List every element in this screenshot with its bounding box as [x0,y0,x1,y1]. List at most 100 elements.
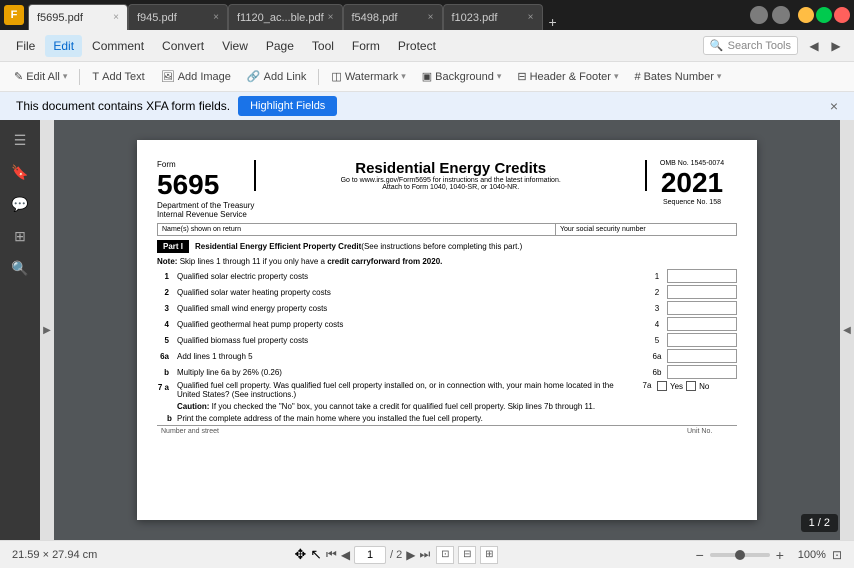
tab-f1023[interactable]: f1023.pdf × [443,4,543,30]
unit-label: Unit No. [687,428,737,435]
menu-convert[interactable]: Convert [154,35,212,57]
edit-all-label: Edit All [26,71,60,83]
fit-page-button[interactable]: ⊡ [832,548,842,562]
xfa-close-button[interactable]: × [830,98,838,114]
row-4: 4 Qualified geothermal heat pump propert… [157,317,737,331]
tab-f5498[interactable]: f5498.pdf × [343,4,443,30]
pdf-viewer[interactable]: Form 5695 Department of the Treasury Int… [54,120,840,540]
app-icon: F [4,5,24,25]
panel-toggle-left[interactable]: ▶ [40,120,54,540]
tab-close-f5498[interactable]: × [428,12,434,23]
edit-all-dropdown[interactable]: ▾ [63,71,68,82]
tab-label: f1120_ac...ble.pdf [237,12,324,24]
current-page-input[interactable] [354,546,386,564]
tab-f1120[interactable]: f1120_ac...ble.pdf × [228,4,343,30]
close-button[interactable] [834,7,850,23]
xfa-message: This document contains XFA form fields. [16,99,230,113]
nav-buttons: ◀ ▶ [804,36,846,56]
new-tab-button[interactable]: + [543,14,563,30]
watermark-tool[interactable]: ◫ Watermark ▾ [325,67,411,86]
search-tools[interactable]: 🔍 Search Tools [703,36,798,55]
tab-close-f1120[interactable]: × [328,12,334,23]
row-1: 1 Qualified solar electric property cost… [157,269,737,283]
caution-text: If you checked the "No" box, you cannot … [212,402,595,411]
watermark-dropdown[interactable]: ▾ [401,71,406,82]
add-text-tool[interactable]: T Add Text [86,68,150,86]
row-label-4: Qualified geothermal heat pump property … [173,320,647,329]
last-page-button[interactable]: ⏭ [420,547,431,562]
tab-close-f5695[interactable]: × [113,12,119,23]
link-icon: 🔗 [247,70,261,83]
sidebar-bookmark-icon[interactable]: 🔖 [8,160,32,184]
sidebar-page-icon[interactable]: ⊞ [8,224,32,248]
panel-toggle-right[interactable]: ◀ [840,120,854,540]
prev-page-button[interactable]: ◀ [341,548,350,562]
sidebar-annotation-icon[interactable]: 💬 [8,192,32,216]
tab-f5695[interactable]: f5695.pdf × [28,4,128,30]
row-3: 3 Qualified small wind energy property c… [157,301,737,315]
menu-tool[interactable]: Tool [304,35,342,57]
continuous-view[interactable]: ⊟ [458,546,476,564]
bates-dropdown[interactable]: ▾ [717,71,722,82]
highlight-fields-button[interactable]: Highlight Fields [238,96,337,116]
background-tool[interactable]: ▣ Background ▾ [416,67,508,86]
background-dropdown[interactable]: ▾ [497,71,502,82]
tab-label: f1023.pdf [452,12,498,24]
first-page-button[interactable]: ⏮ [326,547,337,562]
add-link-tool[interactable]: 🔗 Add Link [241,67,313,86]
maximize-button[interactable] [816,7,832,23]
background-icon: ▣ [422,70,432,83]
add-image-tool[interactable]: 🖼 Add Image [155,67,237,86]
nav-forward[interactable]: ▶ [826,36,846,56]
row-input-3 [667,301,737,315]
note-bold: credit carryforward from 2020. [327,257,442,266]
nav-controls: ✥ ↖ ⏮ ◀ / 2 ▶ ⏭ [295,546,431,564]
window-controls [798,7,850,23]
toolbar: ✎ Edit All ▾ T Add Text 🖼 Add Image 🔗 Ad… [0,62,854,92]
sidebar-menu-icon[interactable]: ☰ [8,128,32,152]
form-header: Form 5695 Department of the Treasury Int… [157,160,737,219]
menu-view[interactable]: View [214,35,256,57]
tabs-container: f5695.pdf × f945.pdf × f1120_ac...ble.pd… [28,0,746,30]
menu-comment[interactable]: Comment [84,35,152,57]
zoom-percentage: 100% [790,549,826,561]
form-subtitle-2: Attach to Form 1040, 1040-SR, or 1040-NR… [266,184,635,191]
add-image-label: Add Image [178,71,231,83]
tab-close-f945[interactable]: × [213,12,219,23]
checkbox-yes[interactable] [657,381,667,391]
menu-file[interactable]: File [8,35,43,57]
row-line-3: 3 [647,304,667,313]
menu-page[interactable]: Page [258,35,302,57]
two-page-view[interactable]: ⊞ [480,546,498,564]
address-row: Number and street Unit No. [157,425,737,435]
dimensions: 21.59 × 27.94 cm [12,549,97,561]
menu-protect[interactable]: Protect [390,35,444,57]
note-detail: Skip lines 1 through 11 if you only have… [180,257,325,266]
tab-close-f1023[interactable]: × [528,12,534,23]
header-footer-dropdown[interactable]: ▾ [614,71,619,82]
row-7b: b Print the complete address of the main… [157,414,737,423]
bates-number-tool[interactable]: # Bates Number ▾ [628,68,727,86]
nav-back[interactable]: ◀ [804,36,824,56]
zoom-out-button[interactable]: − [696,547,704,563]
cursor-tool-icon[interactable]: ✥ [295,546,307,563]
menu-edit[interactable]: Edit [45,35,82,57]
header-footer-tool[interactable]: ⊟ Header & Footer ▾ [511,67,624,86]
zoom-in-button[interactable]: + [776,547,784,563]
sidebar-search-icon[interactable]: 🔍 [8,256,32,280]
pdf-page: Form 5695 Department of the Treasury Int… [137,140,757,520]
next-page-button[interactable]: ▶ [406,548,415,562]
zoom-slider[interactable] [710,553,770,557]
row-input-4 [667,317,737,331]
add-link-label: Add Link [264,71,307,83]
select-tool-icon[interactable]: ↖ [310,546,322,563]
checkbox-no[interactable] [686,381,696,391]
single-page-view[interactable]: ⊡ [436,546,454,564]
menu-form[interactable]: Form [344,35,388,57]
menubar: File Edit Comment Convert View Page Tool… [0,30,854,62]
row-label-2: Qualified solar water heating property c… [173,288,647,297]
tab-f945[interactable]: f945.pdf × [128,4,228,30]
edit-all-tool[interactable]: ✎ Edit All ▾ [8,67,73,86]
minimize-button[interactable] [798,7,814,23]
checkbox-group: Yes No [657,381,737,391]
